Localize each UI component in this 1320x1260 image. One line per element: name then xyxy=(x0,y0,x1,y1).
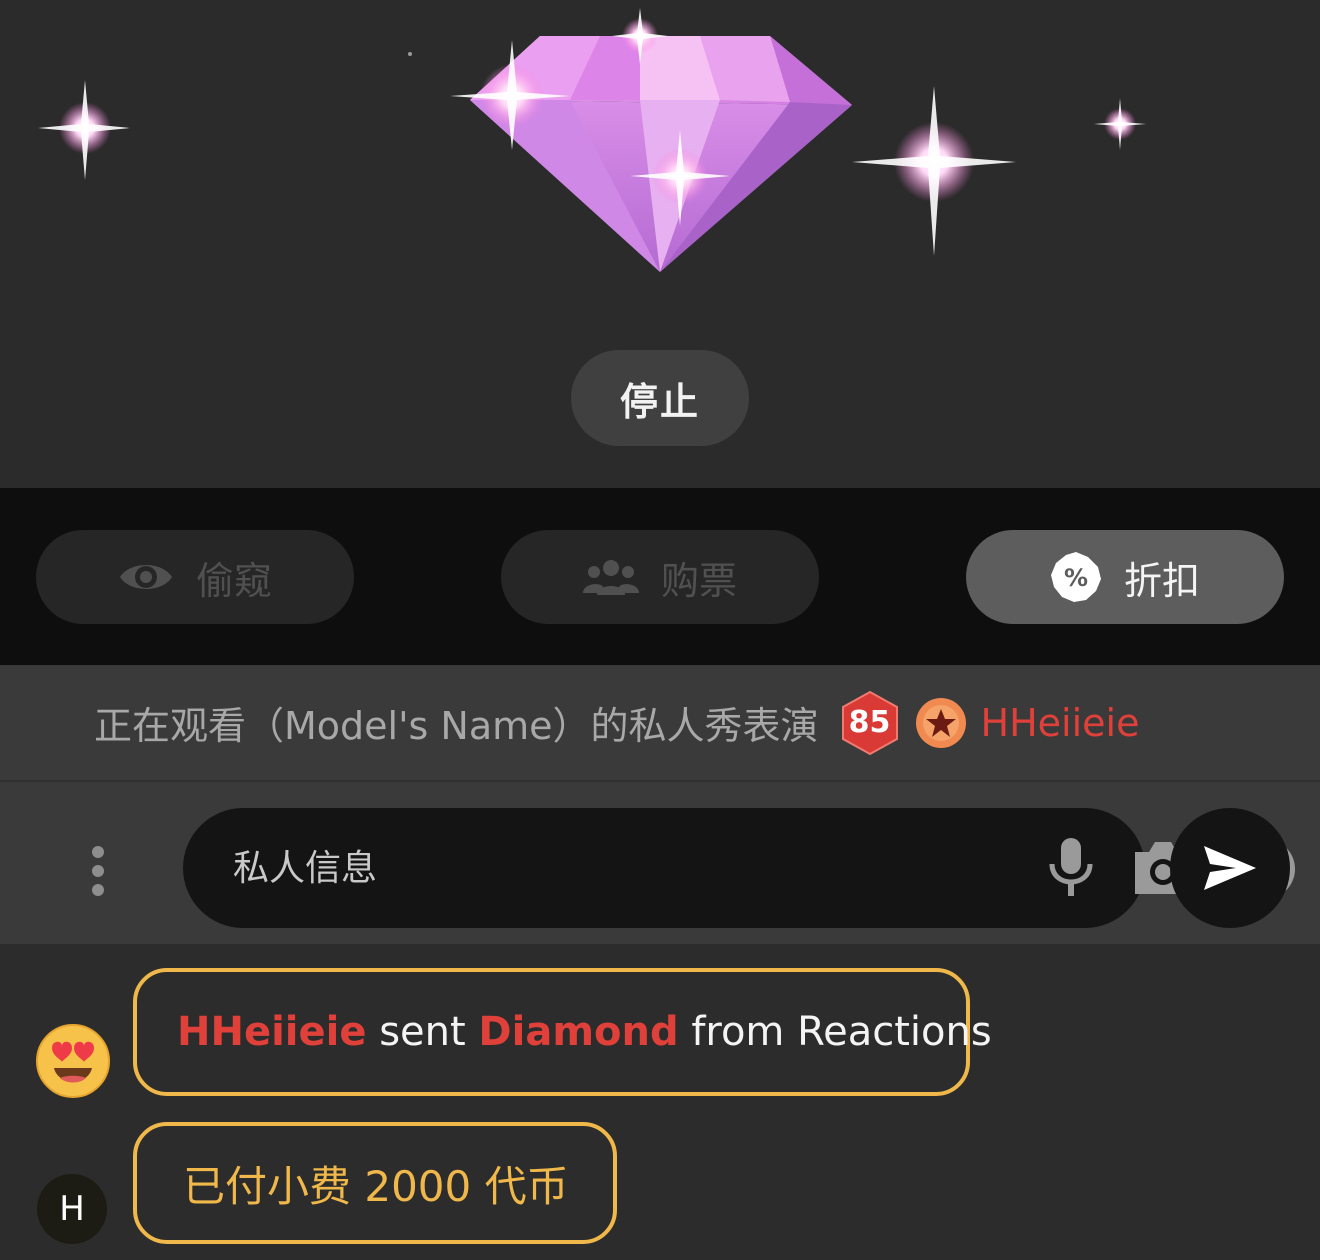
group-icon xyxy=(582,560,639,595)
discount-button[interactable]: % 折扣 xyxy=(966,530,1284,624)
sparkle-icon xyxy=(38,80,130,180)
viewer-username[interactable]: HHeiieie xyxy=(981,701,1140,745)
gift-sender[interactable]: HHeiieie xyxy=(177,1009,366,1055)
more-options-button[interactable] xyxy=(70,836,126,906)
level-number: 85 xyxy=(848,705,891,740)
show-mode-bar: 偷窥 购票 % 折扣 xyxy=(0,488,1320,665)
spy-label: 偷窥 xyxy=(195,558,272,603)
gift-item: Diamond xyxy=(478,1009,679,1055)
percent-badge-icon: % xyxy=(1050,552,1101,602)
tip-message-bubble: 已付小费 2000 代币 xyxy=(133,1122,617,1244)
tip-text: 已付小费 2000 代币 xyxy=(183,1161,569,1211)
sparkle-icon xyxy=(852,86,1016,256)
gift-message-bubble: HHeiieie sent Diamond from Reactions xyxy=(133,968,992,1096)
discount-label: 折扣 xyxy=(1123,558,1200,603)
show-info-bar: 正在观看（Model's Name）的私人秀表演 85 HHeiieie xyxy=(0,665,1320,780)
svg-text:%: % xyxy=(1064,564,1088,592)
private-message-input[interactable] xyxy=(233,808,793,928)
microphone-icon[interactable] xyxy=(1047,836,1095,900)
dot xyxy=(92,846,104,858)
compose-bar xyxy=(0,780,1320,944)
show-stage: 停止 xyxy=(0,0,1320,488)
ticket-label: 购票 xyxy=(660,558,737,603)
stop-button[interactable]: 停止 xyxy=(571,350,749,446)
dot xyxy=(92,865,104,877)
diamond-animation xyxy=(38,8,1146,272)
star-badge-icon xyxy=(915,697,966,748)
sparkle-icon xyxy=(1094,98,1146,150)
spy-button[interactable]: 偷窥 xyxy=(36,530,354,624)
avatar: H xyxy=(37,1174,107,1244)
send-button[interactable] xyxy=(1170,808,1290,928)
gift-verb: sent xyxy=(379,1009,466,1055)
message-input-container xyxy=(183,808,1295,928)
heart-eyes-emoji-icon xyxy=(36,1024,110,1098)
send-icon xyxy=(1204,846,1256,890)
gift-source: from Reactions xyxy=(691,1009,992,1055)
dot xyxy=(92,884,104,896)
level-badge: 85 xyxy=(839,690,901,756)
watching-text: 正在观看（Model's Name）的私人秀表演 xyxy=(94,704,819,748)
eye-icon xyxy=(119,565,172,589)
chat-log: HHeiieie sent Diamond from Reactions H 已… xyxy=(0,944,1320,1260)
ticket-button[interactable]: 购票 xyxy=(501,530,819,624)
